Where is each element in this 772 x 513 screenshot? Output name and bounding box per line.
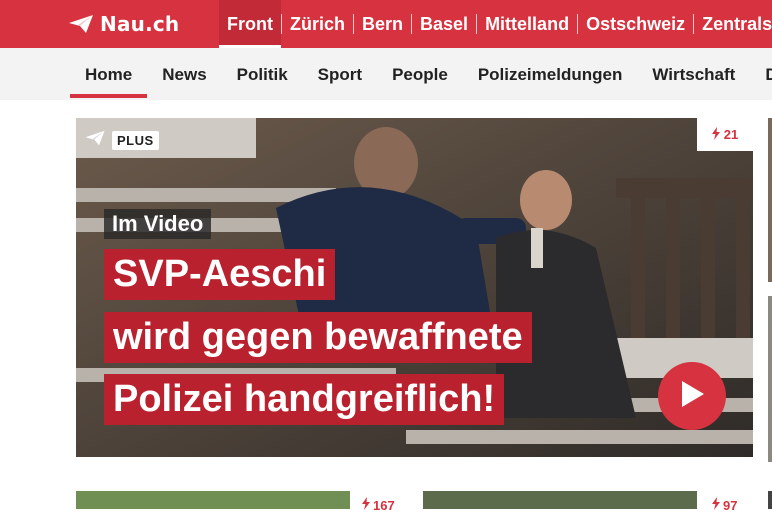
region-bern[interactable]: Bern [354, 0, 411, 48]
side-article-image[interactable] [768, 118, 772, 282]
category-nav: Home News Politik Sport People Polizeime… [70, 48, 772, 100]
region-zuerich[interactable]: Zürich [282, 0, 353, 48]
region-nav: Front Zürich Bern Basel Mittelland Ostsc… [219, 0, 772, 48]
headline-line-2: wird gegen bewaffnete [104, 312, 532, 363]
region-mittelland[interactable]: Mittelland [477, 0, 577, 48]
nav-politik[interactable]: Politik [222, 48, 303, 100]
teaser-image[interactable] [423, 491, 697, 509]
comment-count: 97 [723, 497, 738, 513]
region-ostschweiz[interactable]: Ostschweiz [578, 0, 693, 48]
nav-sport[interactable]: Sport [303, 48, 377, 100]
nav-home[interactable]: Home [70, 48, 148, 100]
nav-wirtschaft[interactable]: Wirtschaft [637, 48, 750, 100]
nav-people[interactable]: People [377, 48, 463, 100]
comment-count-badge[interactable]: 21 [697, 118, 753, 151]
comment-count: 21 [723, 127, 739, 142]
teaser-image[interactable] [76, 491, 350, 509]
region-zentralschweiz[interactable]: Zentralschweiz [694, 0, 772, 48]
paper-plane-icon [84, 130, 106, 151]
teaser-comment-count[interactable]: 97 [712, 497, 737, 513]
headline-line-3: Polizei handgreiflich! [104, 374, 505, 425]
nav-news[interactable]: News [147, 48, 221, 100]
lightning-icon [362, 497, 370, 513]
teaser-image[interactable] [768, 491, 772, 509]
plus-badge: PLUS [84, 130, 159, 151]
side-article-image[interactable] [768, 296, 772, 462]
paper-plane-icon [68, 14, 94, 34]
plus-label: PLUS [112, 131, 159, 150]
teaser-comment-count[interactable]: 167 [362, 497, 395, 513]
region-front[interactable]: Front [219, 0, 281, 48]
nav-digital[interactable]: Digital [750, 48, 772, 100]
play-icon [679, 380, 705, 413]
lightning-icon [711, 126, 720, 143]
hero-article[interactable]: PLUS 21 Im Video SVP-Aeschi wird gegen b… [76, 118, 753, 457]
headline-line-1: SVP-Aeschi [104, 249, 336, 300]
region-basel[interactable]: Basel [412, 0, 476, 48]
category-nav-bar: Home News Politik Sport People Polizeime… [0, 48, 772, 100]
play-button[interactable] [658, 362, 726, 430]
lightning-icon [712, 497, 720, 513]
video-label: Im Video [104, 209, 212, 239]
nav-polizeimeldungen[interactable]: Polizeimeldungen [463, 48, 638, 100]
comment-count: 167 [373, 497, 395, 513]
logo-text: Nau.ch [100, 12, 180, 36]
top-bar: Nau.ch Front Zürich Bern Basel Mittellan… [0, 0, 772, 48]
logo[interactable]: Nau.ch [68, 12, 179, 36]
